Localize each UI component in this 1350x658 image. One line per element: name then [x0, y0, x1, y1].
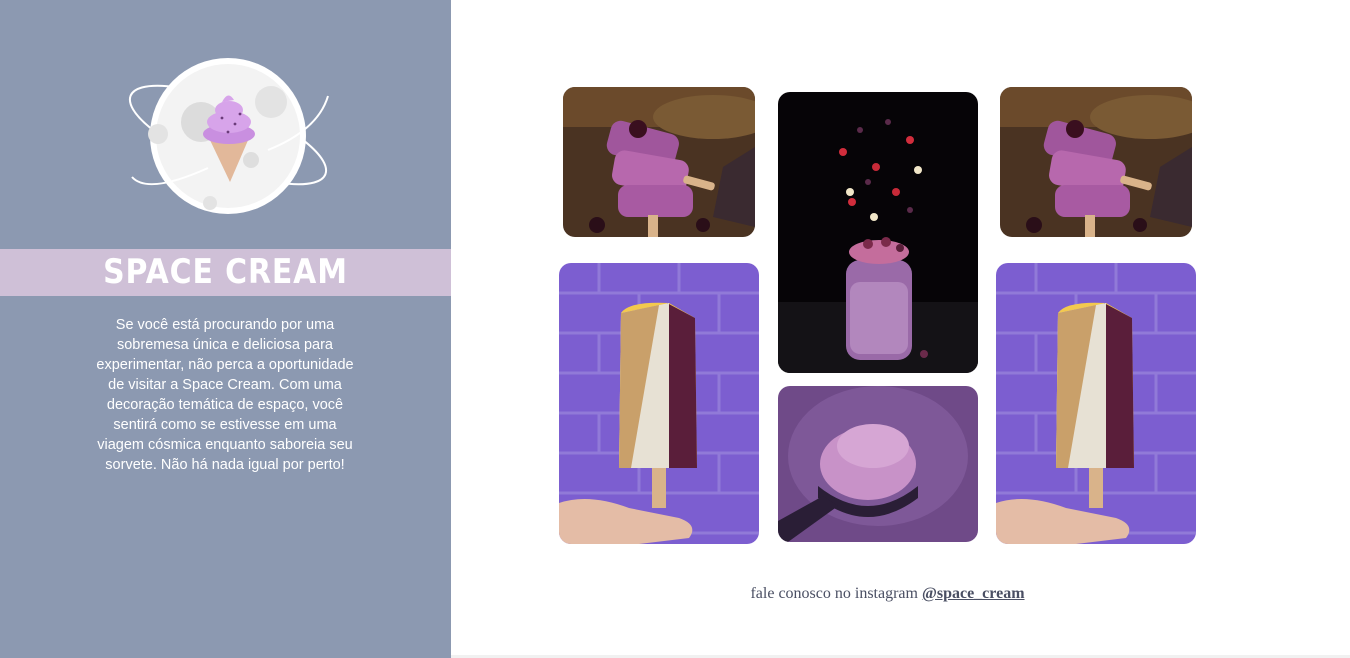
gallery-photo-smoothie-jar	[778, 92, 978, 373]
footer: fale conosco no instagram @space_cream	[451, 585, 1324, 603]
gallery-photo-nut-popsicle-2	[996, 263, 1196, 544]
gallery-photo-ice-cream-scoop	[778, 386, 978, 542]
gallery-photo-nut-popsicle-1	[559, 263, 759, 544]
logo	[118, 50, 338, 220]
gallery-photo-popsicles-1	[563, 87, 755, 237]
sidebar: SPACE CREAM Se você está procurando por …	[0, 0, 451, 658]
instagram-link[interactable]: @space_cream	[922, 585, 1025, 602]
brand-description: Se você está procurando por uma sobremes…	[96, 317, 354, 473]
footer-text: fale conosco no instagram	[750, 585, 918, 602]
planet-ice-cream-logo-icon	[128, 58, 329, 214]
brand-title: SPACE CREAM	[103, 252, 348, 292]
gallery-photo-popsicles-2	[1000, 87, 1192, 237]
title-banner: SPACE CREAM	[0, 249, 451, 296]
